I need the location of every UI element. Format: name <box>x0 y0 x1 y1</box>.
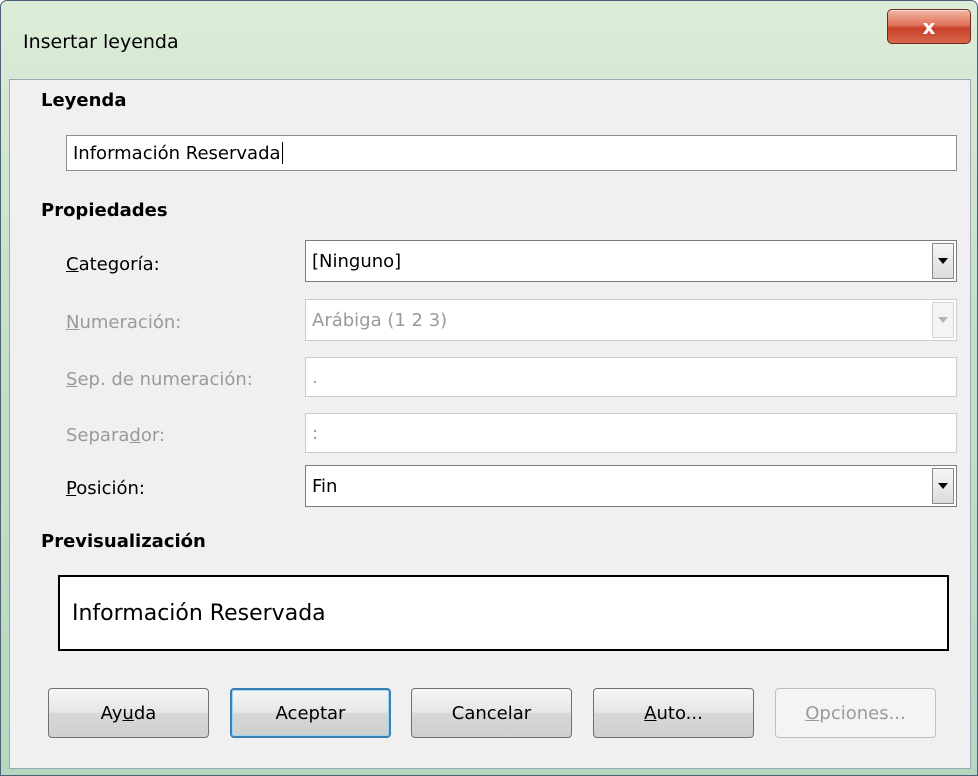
chevron-down-icon[interactable] <box>932 468 954 504</box>
ok-button[interactable]: Aceptar <box>230 688 391 738</box>
category-select-value: [Ninguno] <box>312 250 402 272</box>
dialog-title: Insertar leyenda <box>23 31 179 53</box>
position-label: Posición: <box>66 478 145 499</box>
numbering-separator-input[interactable]: . <box>305 357 957 397</box>
chevron-down-icon[interactable] <box>932 302 954 338</box>
preview-text: Información Reservada <box>72 600 326 626</box>
help-button-label: Ayuda <box>100 702 157 724</box>
numbering-label: Numeración: <box>66 312 182 333</box>
numbering-separator-value: . <box>312 366 318 388</box>
numbering-separator-label: Sep. de numeración: <box>66 369 253 390</box>
auto-button[interactable]: Auto... <box>593 688 754 738</box>
insert-caption-dialog: Insertar leyenda x Leyenda Información R… <box>0 0 978 776</box>
close-icon: x <box>922 14 936 39</box>
caption-input-value: Información Reservada <box>73 142 281 164</box>
category-label: Categoría: <box>66 254 160 275</box>
numbering-select-value: Arábiga (1 2 3) <box>312 309 448 331</box>
options-button[interactable]: Opciones... <box>775 688 936 738</box>
help-button[interactable]: Ayuda <box>48 688 209 738</box>
ok-button-label: Aceptar <box>275 702 346 724</box>
separator-value: : <box>312 422 319 444</box>
properties-heading: Propiedades <box>41 200 168 221</box>
preview-box: Información Reservada <box>58 575 949 651</box>
text-caret <box>281 142 283 164</box>
title-bar[interactable]: Insertar leyenda x <box>1 1 977 79</box>
auto-button-label: Auto... <box>644 702 703 724</box>
close-button[interactable]: x <box>887 9 971 44</box>
cancel-button-label: Cancelar <box>451 702 532 724</box>
category-select[interactable]: [Ninguno] <box>305 240 957 282</box>
separator-input[interactable]: : <box>305 413 957 453</box>
options-button-label: Opciones... <box>805 702 906 724</box>
numbering-select[interactable]: Arábiga (1 2 3) <box>305 299 957 341</box>
chevron-down-icon[interactable] <box>932 243 954 279</box>
position-select-value: Fin <box>312 475 338 497</box>
caption-heading: Leyenda <box>41 90 127 111</box>
position-select[interactable]: Fin <box>305 465 957 507</box>
separator-label: Separador: <box>66 425 165 446</box>
caption-input[interactable]: Información Reservada <box>66 135 957 171</box>
dialog-content: Leyenda Información Reservada Propiedade… <box>9 79 971 769</box>
preview-heading: Previsualización <box>41 531 206 552</box>
cancel-button[interactable]: Cancelar <box>411 688 572 738</box>
